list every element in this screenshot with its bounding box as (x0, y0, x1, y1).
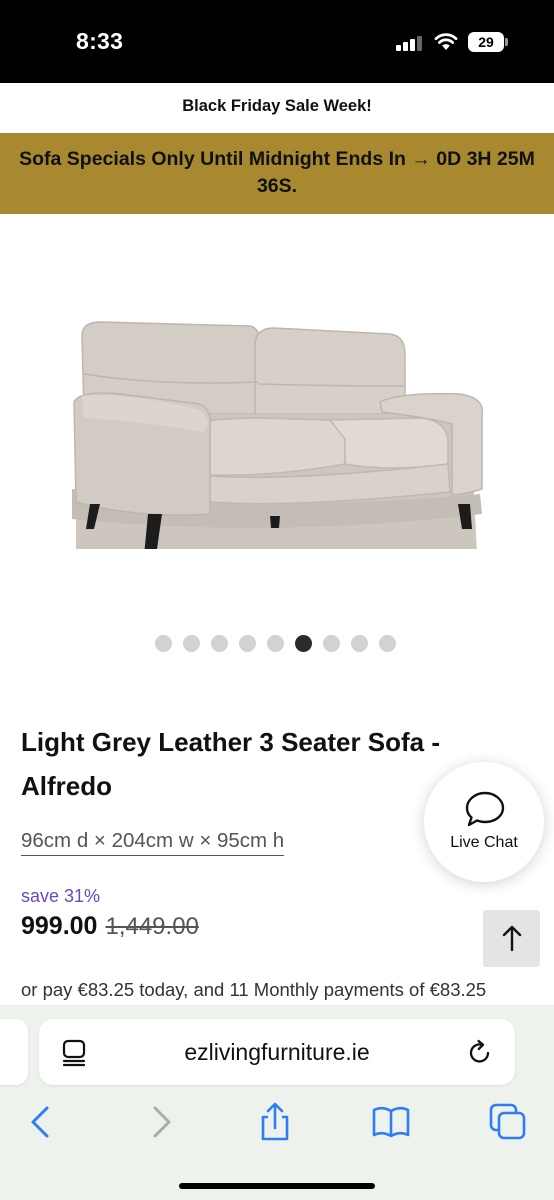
carousel-dot[interactable] (155, 635, 172, 652)
product-title: Light Grey Leather 3 Seater Sofa - Alfre… (21, 727, 441, 801)
carousel-dot[interactable] (351, 635, 368, 652)
chat-bubble-icon (465, 791, 505, 827)
carousel-dot[interactable] (239, 635, 256, 652)
current-price: 999.00 (21, 912, 98, 940)
browser-toolbar: ezlivingfurniture.ie (0, 1005, 554, 1200)
home-indicator (179, 1183, 375, 1189)
product-image[interactable] (0, 214, 554, 619)
sale-announcement: Black Friday Sale Week! (0, 83, 554, 133)
countdown-banner[interactable]: Sofa Specials Only Until Midnight Ends I… (0, 133, 554, 214)
status-time: 8:33 (76, 28, 124, 54)
reload-icon[interactable] (467, 1039, 493, 1067)
live-chat-label: Live Chat (450, 834, 518, 851)
live-chat-button[interactable]: Live Chat (424, 762, 544, 882)
carousel-dot[interactable] (211, 635, 228, 652)
price-row: 999.00 1,449.00 (21, 912, 199, 941)
bookmarks-icon[interactable] (371, 1102, 411, 1142)
save-badge: save 31% (21, 886, 101, 906)
battery-icon: 29 (468, 32, 508, 52)
wifi-icon (434, 33, 458, 50)
carousel-dot[interactable] (379, 635, 396, 652)
status-bar: 8:33 29 (0, 0, 554, 83)
url-text[interactable]: ezlivingfurniture.ie (39, 1019, 515, 1085)
carousel-dot[interactable] (267, 635, 284, 652)
forward-icon[interactable] (140, 1102, 180, 1142)
address-bar[interactable]: ezlivingfurniture.ie (39, 1019, 515, 1085)
tabs-icon[interactable] (488, 1102, 528, 1142)
carousel-dot[interactable] (323, 635, 340, 652)
arrow-up-icon (502, 925, 522, 952)
product-dimensions[interactable]: 96cm d × 204cm w × 95cm h (21, 828, 285, 856)
scroll-to-top-button[interactable] (483, 910, 540, 967)
back-icon[interactable] (22, 1102, 62, 1142)
was-price: 1,449.00 (105, 913, 199, 940)
cellular-signal-icon (396, 35, 422, 51)
carousel-dot-active[interactable] (295, 635, 312, 652)
sofa-image (72, 321, 484, 549)
share-icon[interactable] (255, 1102, 295, 1142)
carousel-dot[interactable] (183, 635, 200, 652)
previous-tab-preview[interactable] (0, 1019, 28, 1085)
battery-level: 29 (468, 32, 504, 52)
finance-info: or pay €83.25 today, and 11 Monthly paym… (21, 979, 487, 1000)
